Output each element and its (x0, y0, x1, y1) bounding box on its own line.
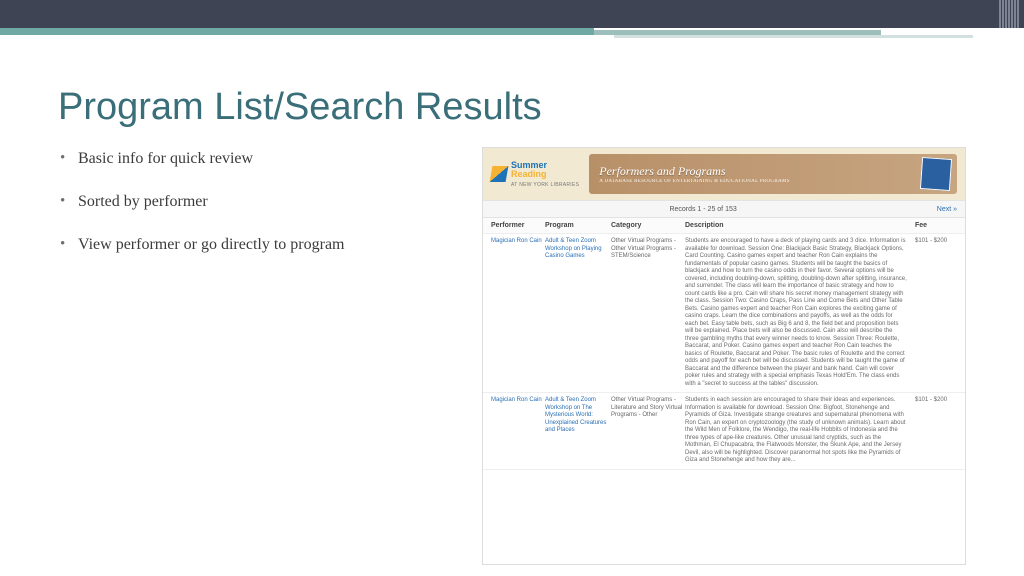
logo-line2: Reading (511, 169, 547, 179)
banner-subtitle: A DATABASE RESOURCE OF ENTERTAINING & ED… (599, 179, 789, 184)
table-row: Magician Ron Cain Adult & Teen Zoom Work… (483, 234, 965, 393)
fee-cell: $101 - $200 (915, 238, 957, 388)
fee-cell: $101 - $200 (915, 397, 957, 465)
category-cell: Other Virtual Programs - Literature and … (611, 397, 685, 465)
col-performer[interactable]: Performer (491, 222, 545, 229)
slide-corner-stripes (998, 0, 1024, 28)
col-fee[interactable]: Fee (915, 222, 957, 229)
program-link[interactable]: Adult & Teen Zoom Workshop on Playing Ca… (545, 238, 611, 388)
page-banner: Performers and Programs A DATABASE RESOU… (589, 154, 957, 194)
description-cell: Students in each session are encouraged … (685, 397, 915, 465)
category-cell: Other Virtual Programs - Other Virtual P… (611, 238, 685, 388)
table-row: Magician Ron Cain Adult & Teen Zoom Work… (483, 393, 965, 470)
performer-link[interactable]: Magician Ron Cain (491, 397, 545, 465)
banner-photo-icon (920, 157, 952, 191)
embedded-screenshot: Summer Reading AT NEW YORK LIBRARIES Per… (482, 147, 966, 565)
book-icon (490, 166, 509, 182)
bullet-item: Basic info for quick review (58, 149, 458, 170)
bullet-item: Sorted by performer (58, 192, 458, 213)
performer-link[interactable]: Magician Ron Cain (491, 238, 545, 388)
col-description[interactable]: Description (685, 222, 915, 229)
program-link[interactable]: Adult & Teen Zoom Workshop on The Myster… (545, 397, 611, 465)
logo[interactable]: Summer Reading AT NEW YORK LIBRARIES (491, 161, 579, 188)
next-link[interactable]: Next » (937, 206, 957, 213)
table-header: Performer Program Category Description F… (483, 218, 965, 234)
slide-accent-band (0, 28, 1024, 44)
logo-line3: AT NEW YORK LIBRARIES (511, 182, 579, 188)
slide-bullets: Basic info for quick review Sorted by pe… (58, 147, 458, 565)
description-cell: Students are encouraged to have a deck o… (685, 238, 915, 388)
bullet-item: View performer or go directly to program (58, 235, 458, 256)
slide-title: Program List/Search Results (58, 86, 966, 129)
results-table: Performer Program Category Description F… (483, 218, 965, 564)
records-count: Records 1 - 25 of 153 (669, 206, 736, 213)
banner-title: Performers and Programs (599, 164, 789, 179)
col-category[interactable]: Category (611, 222, 685, 229)
slide-top-bar (0, 0, 1024, 28)
site-header: Summer Reading AT NEW YORK LIBRARIES Per… (483, 148, 965, 200)
records-bar: Records 1 - 25 of 153 Next » (483, 200, 965, 218)
col-program[interactable]: Program (545, 222, 611, 229)
